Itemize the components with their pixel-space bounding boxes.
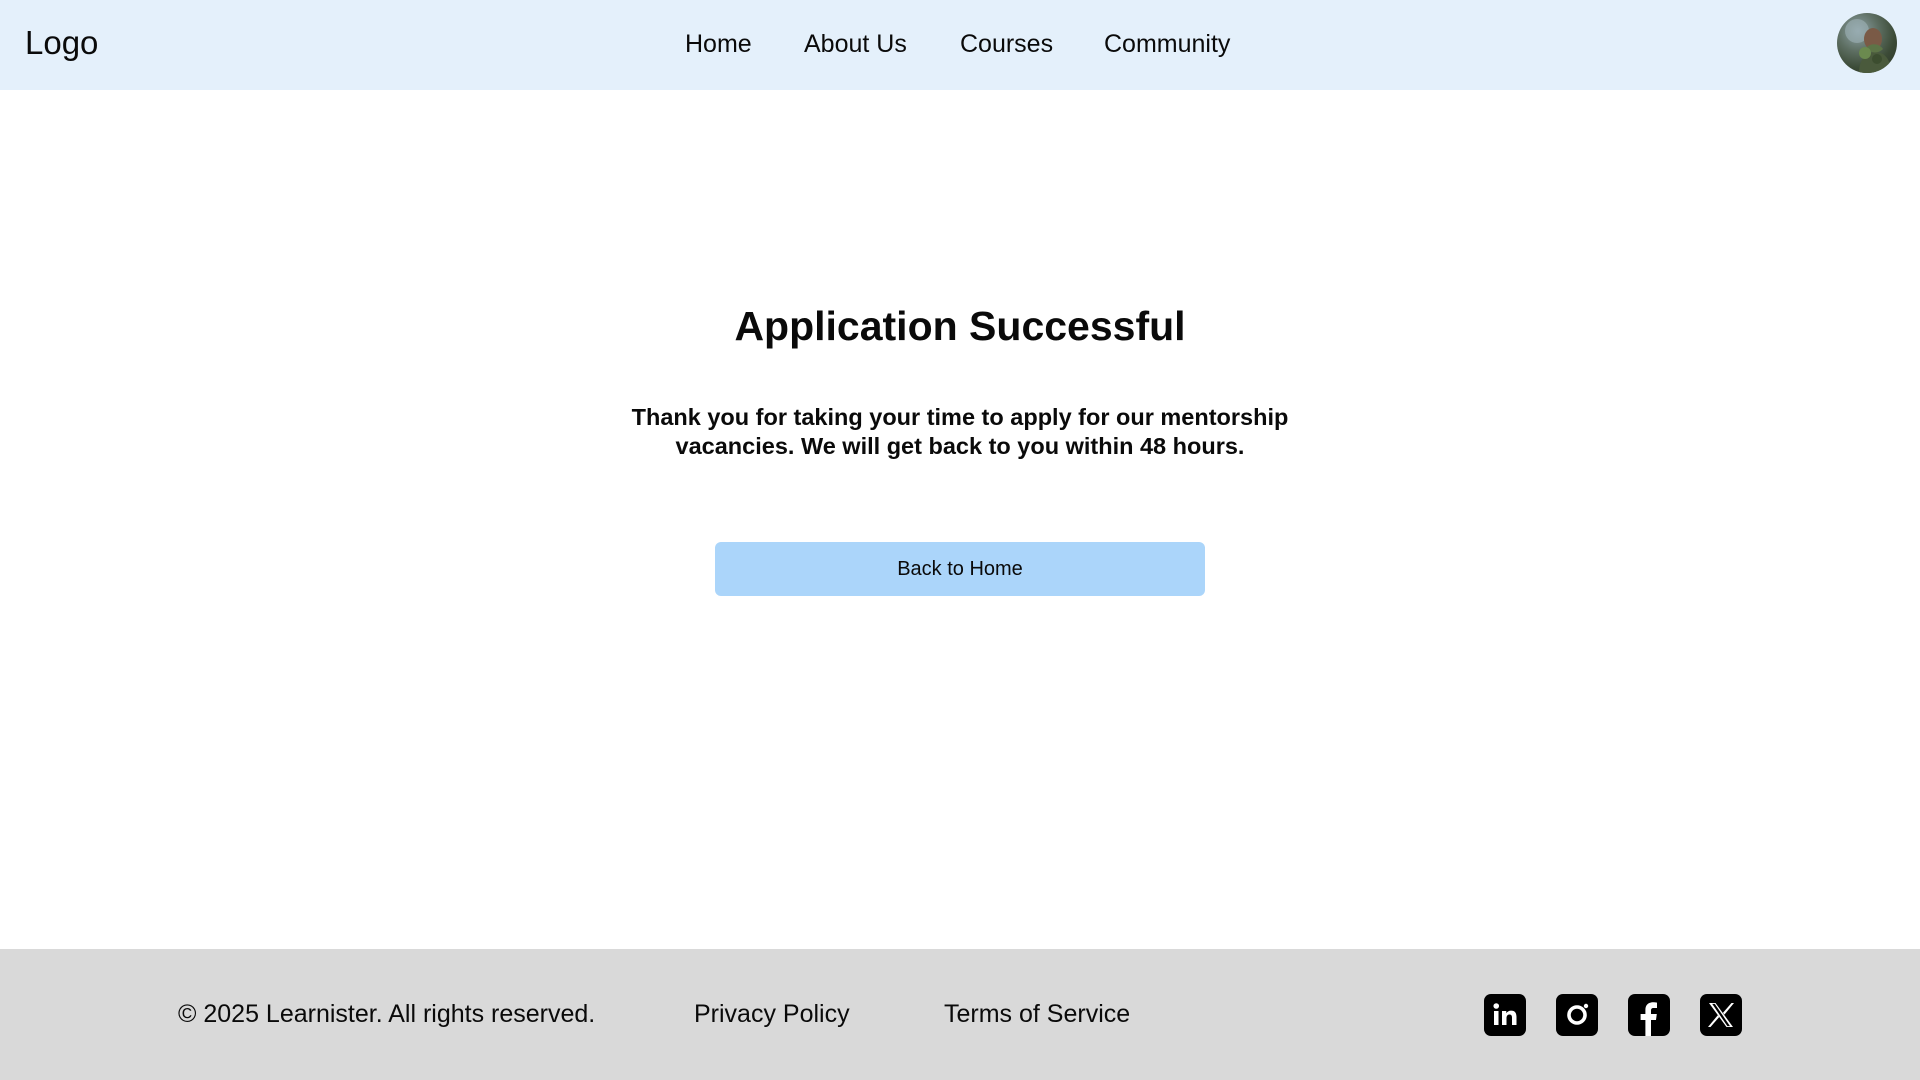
user-avatar[interactable] (1837, 13, 1897, 73)
copyright-text: © 2025 Learnister. All rights reserved. (178, 1000, 596, 1028)
avatar-photo-icon (1845, 19, 1891, 73)
back-to-home-button[interactable]: Back to Home (715, 542, 1205, 596)
footer: © 2025 Learnister. All rights reserved. … (0, 949, 1920, 1080)
nav-link-courses[interactable]: Courses (960, 27, 1053, 61)
main-nav: Home About Us Courses Community (0, 27, 1920, 63)
x-icon[interactable] (1700, 994, 1742, 1036)
top-navigation-bar: Logo Home About Us Courses Community (0, 0, 1920, 90)
nav-link-home[interactable]: Home (685, 27, 752, 61)
nav-link-community[interactable]: Community (1104, 27, 1230, 61)
page-title: Application Successful (734, 303, 1186, 349)
facebook-icon[interactable] (1628, 994, 1670, 1036)
terms-of-service-link[interactable]: Terms of Service (944, 997, 1130, 1031)
instagram-icon[interactable] (1556, 994, 1598, 1036)
nav-link-about-us[interactable]: About Us (804, 27, 907, 61)
privacy-policy-link[interactable]: Privacy Policy (694, 997, 850, 1031)
linkedin-icon[interactable] (1484, 994, 1526, 1036)
confirmation-message: Thank you for taking your time to apply … (631, 404, 1289, 459)
